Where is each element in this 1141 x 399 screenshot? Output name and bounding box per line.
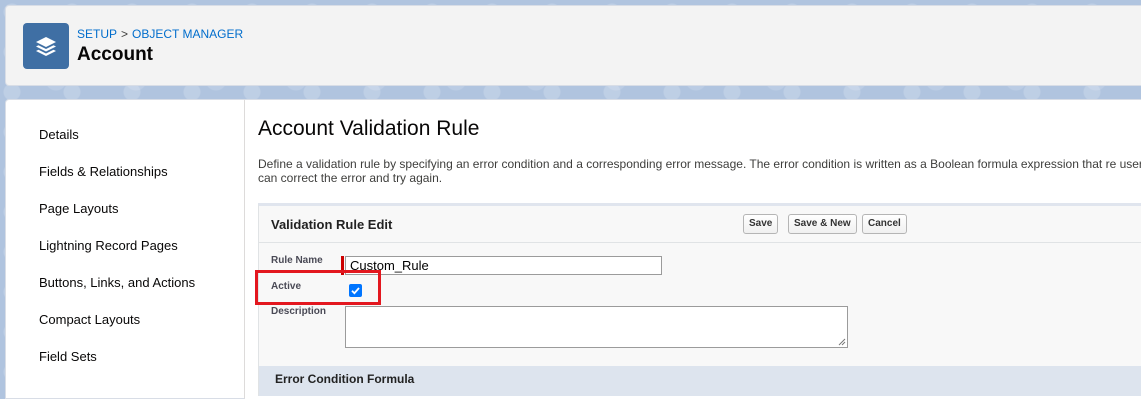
cancel-button[interactable]: Cancel (862, 214, 907, 234)
save-button[interactable]: Save (743, 214, 779, 234)
panel-title: Validation Rule Edit (271, 217, 393, 232)
error-condition-section: Error Condition Formula (259, 366, 1141, 396)
resize-grip-icon[interactable] (838, 338, 846, 346)
description-textarea[interactable] (345, 306, 848, 348)
sidebar-item-compact-layouts[interactable]: Compact Layouts (39, 312, 140, 327)
error-condition-title: Error Condition Formula (275, 372, 415, 386)
sidebar: Details Fields & Relationships Page Layo… (5, 99, 245, 399)
rule-name-label: Rule Name (271, 255, 323, 266)
sidebar-item-fields-relationships[interactable]: Fields & Relationships (39, 164, 168, 179)
sidebar-item-lightning-record-pages[interactable]: Lightning Record Pages (39, 238, 178, 253)
sidebar-item-page-layouts[interactable]: Page Layouts (39, 201, 119, 216)
sidebar-item-details[interactable]: Details (39, 127, 79, 142)
page-title: Account (77, 44, 153, 65)
breadcrumb-object-manager-link[interactable]: OBJECT MANAGER (132, 27, 243, 41)
page-header: SETUP > OBJECT MANAGER Account (5, 5, 1141, 86)
validation-rule-edit-panel: Validation Rule Edit Save Save & New Can… (258, 203, 1141, 396)
description-label: Description (271, 306, 327, 317)
validation-rule-title: Account Validation Rule (258, 117, 480, 140)
breadcrumb-setup-link[interactable]: SETUP (77, 27, 117, 41)
save-new-button[interactable]: Save & New (788, 214, 857, 234)
rule-name-input[interactable] (345, 256, 662, 275)
breadcrumb-separator: > (121, 27, 129, 41)
sidebar-item-field-sets[interactable]: Field Sets (39, 349, 97, 364)
main-content: Account Validation Rule Define a validat… (245, 99, 1141, 399)
breadcrumb: SETUP > OBJECT MANAGER (77, 27, 243, 41)
sidebar-item-buttons-links-actions[interactable]: Buttons, Links, and Actions (39, 275, 195, 290)
validation-rule-description: Define a validation rule by specifying a… (258, 157, 1141, 185)
panel-header: Validation Rule Edit Save Save & New Can… (259, 206, 1141, 243)
active-highlight-box (255, 270, 381, 305)
layers-icon (23, 23, 69, 69)
